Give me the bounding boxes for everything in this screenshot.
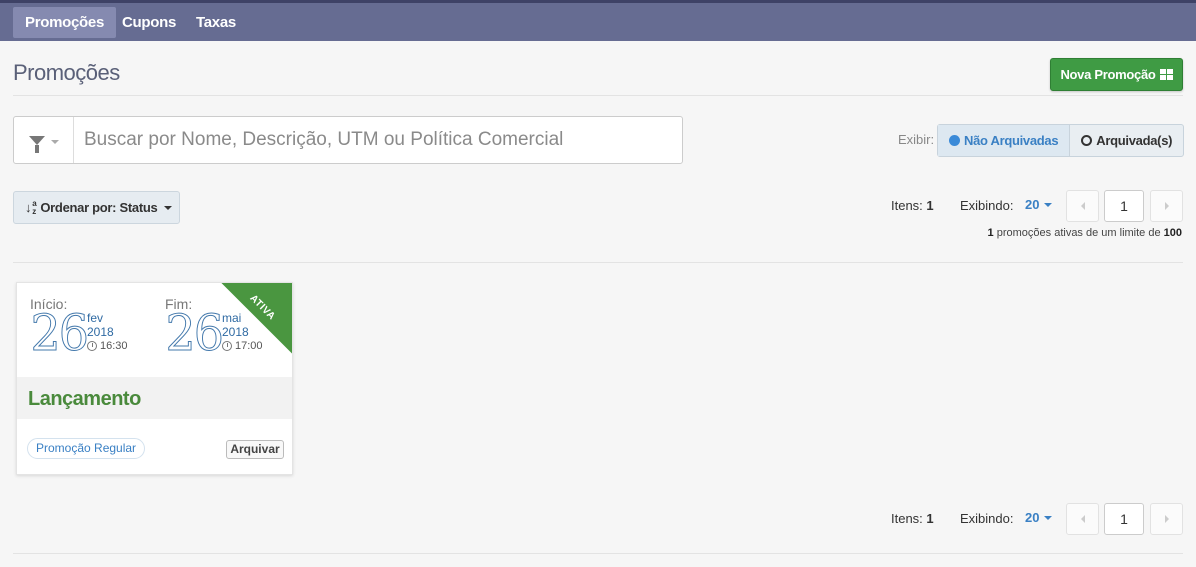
- chevron-down-icon: [1044, 515, 1053, 520]
- next-page-button[interactable]: [1150, 503, 1183, 535]
- end-time: 17:00: [222, 340, 263, 352]
- promotion-limit-note: 1 promoções ativas de um limite de 100: [987, 227, 1182, 239]
- filter-not-archived-button[interactable]: Não Arquivadas: [938, 125, 1071, 156]
- page-size-dropdown[interactable]: 20: [1025, 197, 1053, 212]
- tab-promocoes[interactable]: Promoções: [13, 7, 116, 38]
- filter-archived-label: Arquivada(s): [1096, 133, 1173, 148]
- end-month-year: mai 2018: [222, 311, 249, 339]
- chevron-down-icon: [50, 139, 59, 144]
- archive-button[interactable]: Arquivar: [226, 440, 284, 459]
- chevron-left-icon: [1080, 515, 1085, 523]
- prev-page-button[interactable]: [1066, 503, 1099, 535]
- pagination-top: Itens: 1 Exibindo: 20: [880, 190, 1183, 222]
- sort-label: Ordenar por: Status: [40, 200, 158, 215]
- end-day: 26: [165, 304, 224, 362]
- promotion-name-band: Lançamento: [17, 377, 292, 419]
- showing-label: Exibindo:: [960, 511, 1014, 526]
- filter-archived-button[interactable]: Arquivada(s): [1070, 125, 1183, 156]
- page-number-input[interactable]: [1104, 503, 1144, 535]
- new-promotion-label: Nova Promoção: [1060, 67, 1156, 82]
- start-month-year: fev 2018: [87, 311, 114, 339]
- page-number-input[interactable]: [1104, 190, 1144, 222]
- pagination-bottom: Itens: 1 Exibindo: 20: [880, 503, 1183, 535]
- chevron-down-icon: [1044, 202, 1053, 207]
- view-filter-toggle: Não Arquivadas Arquivada(s): [937, 124, 1185, 157]
- filter-dropdown-button[interactable]: [14, 117, 74, 163]
- page-title: Promoções: [13, 60, 120, 85]
- search-input[interactable]: [84, 125, 674, 155]
- page-size-dropdown[interactable]: 20: [1025, 510, 1053, 525]
- start-day: 26: [30, 304, 89, 362]
- promotion-name[interactable]: Lançamento: [28, 388, 141, 411]
- items-label: Itens: 1: [891, 198, 934, 213]
- radio-selected-icon: [949, 135, 960, 146]
- divider: [13, 95, 1183, 96]
- search-box: [13, 116, 683, 164]
- start-time: 16:30: [87, 340, 128, 352]
- clock-icon: [87, 341, 97, 351]
- promotion-card[interactable]: ATIVA Início: 26 fev 2018 16:30 Fim: 26 m…: [16, 282, 293, 475]
- new-promotion-button[interactable]: Nova Promoção: [1050, 58, 1183, 91]
- prev-page-button[interactable]: [1066, 190, 1099, 222]
- tab-taxas[interactable]: Taxas: [184, 7, 248, 38]
- showing-label: Exibindo:: [960, 198, 1014, 213]
- filter-not-archived-label: Não Arquivadas: [964, 133, 1059, 148]
- next-page-button[interactable]: [1150, 190, 1183, 222]
- grid-icon: [1159, 69, 1173, 80]
- chevron-left-icon: [1080, 202, 1085, 210]
- divider: [13, 262, 1183, 263]
- items-label: Itens: 1: [891, 511, 934, 526]
- tab-cupons[interactable]: Cupons: [110, 7, 188, 38]
- chevron-right-icon: [1164, 202, 1169, 210]
- filter-icon: [28, 135, 45, 153]
- chevron-down-icon: [164, 205, 173, 210]
- chevron-right-icon: [1164, 515, 1169, 523]
- top-nav: Promoções Cupons Taxas: [0, 0, 1196, 41]
- view-filter-label: Exibir:: [898, 132, 935, 147]
- sort-icon: ↓ a z: [25, 198, 37, 216]
- promotion-type-badge: Promoção Regular: [27, 438, 146, 459]
- clock-icon: [222, 341, 232, 351]
- radio-unselected-icon: [1081, 135, 1093, 146]
- divider: [13, 553, 1183, 554]
- sort-dropdown-button[interactable]: ↓ a z Ordenar por: Status: [13, 191, 180, 224]
